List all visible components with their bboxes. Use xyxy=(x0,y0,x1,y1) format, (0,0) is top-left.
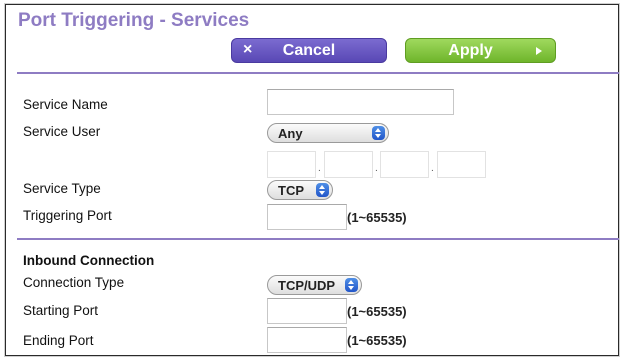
ip-octet-3-input[interactable] xyxy=(380,151,429,178)
ending-port-label: Ending Port xyxy=(23,333,94,348)
service-user-value: Any xyxy=(278,126,303,141)
triggering-port-input[interactable] xyxy=(267,204,347,230)
select-arrows-icon xyxy=(316,183,329,197)
ip-separator: . xyxy=(318,163,321,174)
divider-top xyxy=(17,72,619,74)
cancel-button-label: Cancel xyxy=(282,42,336,59)
connection-type-value: TCP/UDP xyxy=(278,278,336,293)
triggering-port-range: (1~65535) xyxy=(347,210,407,225)
apply-button-label: Apply xyxy=(448,42,493,59)
ip-separator: . xyxy=(375,163,378,174)
apply-button[interactable]: Apply xyxy=(405,38,556,63)
page-title: Port Triggering - Services xyxy=(18,10,250,31)
service-name-input[interactable] xyxy=(267,89,454,115)
ip-octet-4-input[interactable] xyxy=(437,151,486,178)
ip-octet-2-input[interactable] xyxy=(324,151,373,178)
service-user-select[interactable]: Any xyxy=(267,123,389,143)
play-arrow-icon xyxy=(536,47,542,55)
ip-separator: . xyxy=(431,163,434,174)
ending-port-input[interactable] xyxy=(267,327,347,353)
connection-type-label: Connection Type xyxy=(23,275,125,290)
inbound-section-title: Inbound Connection xyxy=(23,253,155,268)
select-arrows-icon xyxy=(345,278,358,292)
select-arrows-icon xyxy=(372,126,385,140)
divider-middle xyxy=(17,238,619,240)
service-type-select[interactable]: TCP xyxy=(267,180,333,200)
cancel-button[interactable]: × Cancel xyxy=(231,38,387,63)
page-frame: Port Triggering - Services × Cancel Appl… xyxy=(5,4,619,356)
service-user-label: Service User xyxy=(23,124,101,139)
starting-port-input[interactable] xyxy=(267,298,347,324)
triggering-port-label: Triggering Port xyxy=(23,208,112,223)
service-type-value: TCP xyxy=(278,183,304,198)
starting-port-range: (1~65535) xyxy=(347,304,407,319)
starting-port-label: Starting Port xyxy=(23,303,99,318)
service-type-label: Service Type xyxy=(23,181,101,196)
ending-port-range: (1~65535) xyxy=(347,333,407,348)
connection-type-select[interactable]: TCP/UDP xyxy=(267,275,362,295)
ip-octet-1-input[interactable] xyxy=(267,151,316,178)
service-name-label: Service Name xyxy=(23,97,108,112)
